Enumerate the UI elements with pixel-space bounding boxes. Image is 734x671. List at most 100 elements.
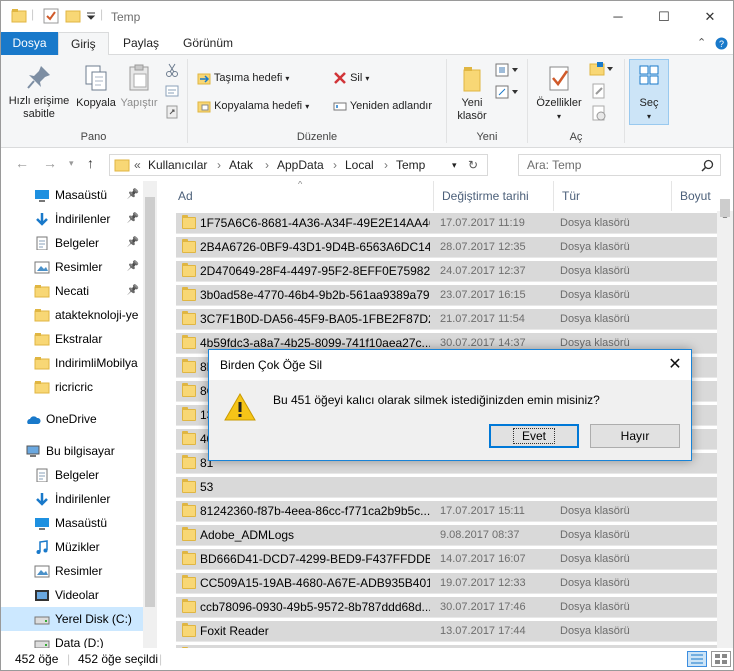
forward-icon[interactable]: → <box>43 155 57 171</box>
copy-label: Kopyala <box>76 97 116 109</box>
paste-label: Yapıştır <box>120 97 158 109</box>
tab-gorunum[interactable]: Görünüm <box>171 32 245 55</box>
window-title: Temp <box>111 10 141 24</box>
paste-button[interactable]: Yapıştır <box>118 63 160 110</box>
file-row[interactable]: Adobe_ADMLogs 9.08.2017 08:37 Dosya klasör… <box>176 525 717 546</box>
nav-scrollbar-thumb[interactable] <box>145 197 155 607</box>
nav-quick-8[interactable]: ricricric <box>1 375 143 399</box>
folder-icon <box>34 381 50 394</box>
breadcrumb-appdata[interactable]: AppData <box>277 158 324 172</box>
file-row[interactable]: CC509A15-19AB-4680-A67E-ADB935B401... 19.… <box>176 573 717 594</box>
no-button[interactable]: Hayır <box>590 424 680 448</box>
nav-quick-1[interactable]: İndirilenler 📌 <box>1 207 143 231</box>
customize-toolbar-icon[interactable] <box>86 11 96 29</box>
nav-pc-3[interactable]: Müzikler <box>1 535 143 559</box>
nav-pc-4[interactable]: Resimler <box>1 559 143 583</box>
nav-quick-2[interactable]: Belgeler 📌 <box>1 231 143 255</box>
history-icon[interactable] <box>591 105 607 121</box>
desktop-icon <box>35 190 49 202</box>
yes-button[interactable]: Evet <box>489 424 579 448</box>
new-folder-button[interactable]: Yeni klasör <box>453 63 491 123</box>
minimize-button[interactable]: ─ <box>595 1 641 32</box>
cut-icon[interactable] <box>165 63 179 77</box>
file-row[interactable]: 3C7F1B0D-DA56-45F9-BA05-1FBE2F87D2... 21.… <box>176 309 717 330</box>
edit-icon[interactable] <box>591 83 607 99</box>
breadcrumb-overflow[interactable]: « <box>134 158 141 172</box>
file-row[interactable]: 53 <box>176 477 717 498</box>
nav-onedrive[interactable]: OneDrive <box>1 407 143 431</box>
recent-locations-icon[interactable]: ▾ <box>69 158 74 169</box>
nav-pc-2[interactable]: Masaüstü <box>1 511 143 535</box>
delete-button[interactable]: Sil ▾ <box>333 68 369 88</box>
file-row[interactable]: ccb78096-0930-49b5-9572-8b787ddd68d... 30… <box>176 597 717 618</box>
breadcrumb-atak[interactable]: Atak <box>229 158 253 172</box>
nav-pc-1[interactable]: İndirilenler <box>1 487 143 511</box>
breadcrumb-temp[interactable]: Temp <box>396 158 425 172</box>
copy-button[interactable]: Kopyala <box>74 63 118 110</box>
maximize-button[interactable]: ☐ <box>641 1 687 32</box>
breadcrumb-kullanicilar[interactable]: Kullanıcılar <box>148 158 207 172</box>
refresh-icon[interactable]: ↻ <box>468 158 478 172</box>
nav-item-label: Masaüstü <box>55 516 108 530</box>
rename-button[interactable]: Yeniden adlandır <box>333 96 432 116</box>
nav-scrollbar[interactable] <box>143 181 157 648</box>
folder-icon <box>182 263 196 277</box>
nav-quick-0[interactable]: Masaüstü 📌 <box>1 183 143 207</box>
search-box[interactable]: Ara: Temp <box>518 154 721 176</box>
collapse-ribbon-icon[interactable]: ⌃ <box>697 36 706 49</box>
new-item-icon[interactable] <box>495 63 521 77</box>
details-view-button[interactable] <box>687 651 707 667</box>
copy-path-icon[interactable] <box>165 85 179 97</box>
address-dropdown-icon[interactable]: ▾ <box>452 160 457 171</box>
nav-quick-4[interactable]: Necati 📌 <box>1 279 143 303</box>
properties-button[interactable]: Özellikler ▾ <box>533 63 585 123</box>
nav-pc-0[interactable]: Belgeler <box>1 463 143 487</box>
properties-quick-icon[interactable] <box>43 8 59 26</box>
large-icons-view-button[interactable] <box>711 651 731 667</box>
up-icon[interactable]: ↑ <box>87 155 94 171</box>
dialog-close-button[interactable]: ✕ <box>659 350 691 380</box>
open-icon[interactable] <box>589 61 615 77</box>
file-row[interactable]: Foxit Reader 13.07.2017 17:44 Dosya klasör… <box>176 621 717 642</box>
toolbar-separator: | <box>31 7 35 21</box>
pin-quick-access-button[interactable]: Hızlı erişime sabitle <box>7 63 71 121</box>
nav-this-pc[interactable]: Bu bilgisayar <box>1 439 143 463</box>
nav-pc-7[interactable]: Data (D:) <box>1 631 143 648</box>
move-to-button[interactable]: Taşıma hedefi ▾ <box>197 68 289 88</box>
file-type: Dosya klasörü <box>560 505 630 517</box>
file-row[interactable]: 2B4A6726-0BF9-43D1-9D4B-6563A6DC14... 28.… <box>176 237 717 258</box>
close-button[interactable]: ✕ <box>687 1 733 32</box>
new-folder-quick-icon[interactable] <box>65 8 81 26</box>
copy-icon <box>85 65 107 91</box>
column-header-date[interactable]: Değiştirme tarihi <box>434 181 554 211</box>
breadcrumb-local[interactable]: Local <box>345 158 374 172</box>
copy-to-button[interactable]: Kopyalama hedefi ▾ <box>197 96 309 116</box>
file-row[interactable]: 3b0ad58e-4770-46b4-9b2b-561aa9389a79... 2… <box>176 285 717 306</box>
nav-quick-5[interactable]: atakteknoloji-ye <box>1 303 143 327</box>
tab-dosya[interactable]: Dosya <box>1 32 58 55</box>
column-header-type[interactable]: Tür <box>554 181 672 211</box>
copy-to-icon <box>197 101 211 113</box>
back-icon[interactable]: ← <box>15 155 29 171</box>
nav-pc-5[interactable]: Videolar <box>1 583 143 607</box>
easy-access-icon[interactable] <box>495 85 521 99</box>
address-bar[interactable]: « Kullanıcılar › Atak › AppData › Local … <box>109 154 488 176</box>
file-row[interactable]: 2D470649-28F4-4497-95F2-8EFF0E759829 24.0… <box>176 261 717 282</box>
tab-giris[interactable]: Giriş <box>58 32 109 56</box>
nav-quick-3[interactable]: Resimler 📌 <box>1 255 143 279</box>
tab-paylas[interactable]: Paylaş <box>111 32 171 55</box>
file-row[interactable]: 81242360-f87b-4eea-86cc-f771ca2b9b5c....… <box>176 501 717 522</box>
nav-quick-7[interactable]: IndirimliMobilya <box>1 351 143 375</box>
help-icon[interactable]: ? <box>715 37 728 50</box>
file-row[interactable]: BD666D41-DCD7-4299-BED9-F437FFDDB... 14.0… <box>176 549 717 570</box>
file-name: 3C7F1B0D-DA56-45F9-BA05-1FBE2F87D2... <box>200 312 430 326</box>
file-name: 2B4A6726-0BF9-43D1-9D4B-6563A6DC14... <box>200 240 430 254</box>
file-row[interactable]: 1F75A6C6-8681-4A36-A34F-49E2E14AA464 17.0… <box>176 213 717 234</box>
file-date: 17.07.2017 15:11 <box>440 505 525 517</box>
file-list-scrollbar-thumb[interactable] <box>720 199 730 217</box>
paste-shortcut-icon[interactable] <box>165 105 179 119</box>
nav-quick-6[interactable]: Ekstralar <box>1 327 143 351</box>
file-list-scrollbar[interactable]: ▲ <box>717 199 733 648</box>
nav-pc-6[interactable]: Yerel Disk (C:) <box>1 607 143 631</box>
select-button[interactable]: Seç ▾ <box>629 59 669 125</box>
